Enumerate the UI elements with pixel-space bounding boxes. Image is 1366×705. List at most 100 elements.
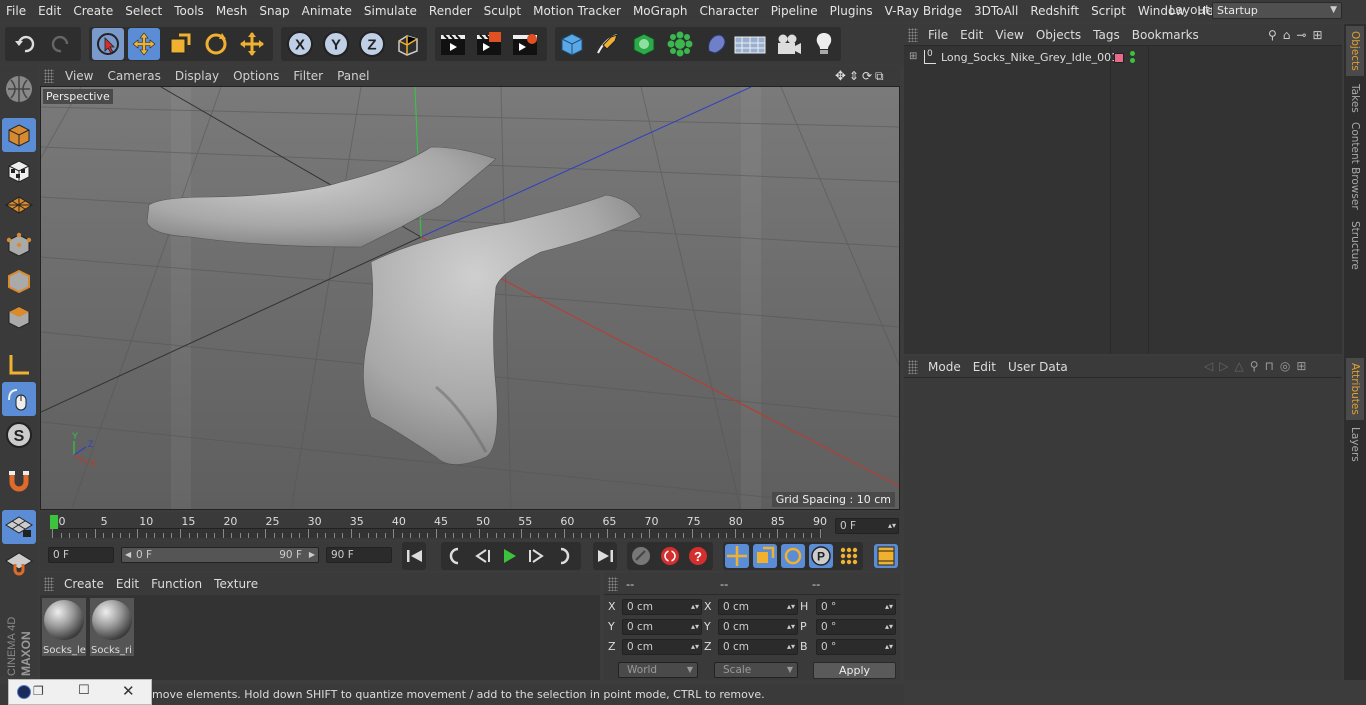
end-frame-field[interactable]: 90 F — [326, 547, 392, 563]
render-visibility-dot[interactable] — [1130, 58, 1135, 63]
forward-arrow-icon[interactable]: ▷ — [1219, 359, 1228, 373]
floor-environment-icon[interactable] — [734, 28, 766, 60]
menu-file[interactable]: File — [0, 0, 32, 22]
render-settings-icon[interactable] — [509, 28, 541, 60]
transform-tool-icon[interactable] — [236, 28, 268, 60]
pan-view-icon[interactable]: ✥ — [835, 69, 846, 84]
panel-grip-icon[interactable] — [44, 69, 54, 83]
viewport-menu-panel[interactable]: Panel — [330, 69, 376, 83]
object-menu-file[interactable]: File — [922, 28, 954, 42]
restore-icon[interactable]: ❐ — [33, 684, 44, 698]
maximize-icon[interactable]: ☐ — [78, 683, 90, 698]
tab-structure[interactable]: Structure — [1346, 216, 1364, 274]
enable-axis-icon[interactable] — [2, 348, 36, 382]
scale-tool-icon[interactable] — [164, 28, 196, 60]
undo-icon[interactable] — [9, 28, 41, 60]
search-icon[interactable]: ⚲ — [1250, 359, 1259, 373]
coordinate-scale-dropdown[interactable]: Scale ▼ — [714, 662, 798, 678]
next-keyframe-icon[interactable] — [554, 545, 576, 567]
tab-layers[interactable]: Layers — [1346, 424, 1364, 464]
frame-range-slider[interactable]: ◀ 0 F 90 F ▶ — [121, 547, 319, 563]
layout-dropdown[interactable]: Startup ▼ — [1212, 2, 1342, 19]
next-frame-icon[interactable] — [526, 545, 548, 567]
coord-input-field[interactable]: 0 cm ▴▾ — [718, 619, 798, 635]
workplane-snap-icon[interactable] — [2, 546, 36, 580]
menu-v-ray-bridge[interactable]: V-Ray Bridge — [879, 0, 968, 22]
record-keyframe-icon[interactable] — [659, 545, 681, 567]
z-axis-lock-icon[interactable]: Z — [356, 28, 388, 60]
timeline-ruler[interactable]: 0 F ▴▾ 0 5 10 15 20 25 30 35 40 45 50 55 60 65 70 75 80 85… — [40, 512, 900, 540]
object-row[interactable]: ⊞ 0 Long_Socks_Nike_Grey_Idle_001 — [904, 49, 1342, 68]
render-view-icon[interactable] — [437, 28, 469, 60]
back-arrow-icon[interactable]: ◁ — [1204, 359, 1213, 373]
menu-plugins[interactable]: Plugins — [824, 0, 879, 22]
start-frame-field[interactable]: 0 F — [48, 547, 114, 563]
object-menu-bookmarks[interactable]: Bookmarks — [1126, 28, 1205, 42]
tab-objects[interactable]: Objects — [1346, 26, 1364, 76]
solo-icon[interactable]: S — [2, 418, 36, 452]
panel-grip-icon[interactable] — [608, 576, 618, 591]
menu-tools[interactable]: Tools — [168, 0, 210, 22]
rotate-tool-icon[interactable] — [200, 28, 232, 60]
coordinate-system-icon[interactable] — [392, 28, 424, 60]
menu-simulate[interactable]: Simulate — [358, 0, 423, 22]
key-scale-icon[interactable] — [753, 544, 777, 568]
menu-pipeline[interactable]: Pipeline — [765, 0, 824, 22]
menu-3dtoall[interactable]: 3DToAll — [968, 0, 1024, 22]
menu-select[interactable]: Select — [119, 0, 168, 22]
cloner-icon[interactable] — [664, 28, 696, 60]
object-menu-objects[interactable]: Objects — [1030, 28, 1087, 42]
key-position-icon[interactable] — [725, 544, 749, 568]
perspective-viewport[interactable]: Y Z X Perspective Grid Spacing : 10 cm — [40, 86, 900, 510]
menu-motion-tracker[interactable]: Motion Tracker — [527, 0, 627, 22]
tab-takes[interactable]: Takes — [1346, 80, 1364, 116]
timeline-window-icon[interactable] — [874, 544, 898, 568]
menu-mesh[interactable]: Mesh — [210, 0, 254, 22]
tweak-mode-icon[interactable] — [2, 382, 36, 416]
playhead-marker[interactable] — [50, 515, 58, 529]
snap-magnet-icon[interactable] — [2, 464, 36, 498]
viewport-menu-options[interactable]: Options — [226, 69, 286, 83]
model-mode-icon[interactable] — [2, 118, 36, 152]
light-icon[interactable] — [808, 28, 840, 60]
object-name[interactable]: Long_Socks_Nike_Grey_Idle_001 — [941, 51, 1118, 64]
render-to-picture-viewer-icon[interactable] — [473, 28, 505, 60]
menu-sculpt[interactable]: Sculpt — [478, 0, 527, 22]
timeline-track[interactable] — [52, 528, 822, 538]
current-frame-field[interactable]: 0 F ▴▾ — [835, 518, 899, 534]
panel-grip-icon[interactable] — [908, 359, 918, 374]
attributes-menu-mode[interactable]: Mode — [922, 360, 967, 374]
menu-character[interactable]: Character — [693, 0, 764, 22]
previous-frame-icon[interactable] — [471, 545, 493, 567]
key-parameter-icon[interactable]: P — [809, 544, 833, 568]
panel-grip-icon[interactable] — [908, 27, 918, 42]
texture-mode-icon[interactable] — [2, 154, 36, 188]
menu-redshift[interactable]: Redshift — [1024, 0, 1085, 22]
object-menu-edit[interactable]: Edit — [954, 28, 989, 42]
new-window-icon[interactable]: ⊞ — [1296, 359, 1306, 373]
lock-icon[interactable]: ⊓ — [1265, 359, 1274, 373]
menu-mograph[interactable]: MoGraph — [627, 0, 694, 22]
object-menu-tags[interactable]: Tags — [1087, 28, 1126, 42]
key-point-level-icon[interactable] — [837, 544, 861, 568]
coord-input-field[interactable]: 0 cm ▴▾ — [718, 639, 798, 655]
apply-button[interactable]: Apply — [813, 662, 896, 679]
menu-create[interactable]: Create — [67, 0, 119, 22]
selection-tool-icon[interactable] — [92, 28, 124, 60]
previous-keyframe-icon[interactable] — [443, 545, 465, 567]
play-icon[interactable] — [498, 545, 520, 567]
menu-edit[interactable]: Edit — [32, 0, 67, 22]
new-window-icon[interactable]: ⊞ — [1312, 28, 1322, 42]
deformer-icon[interactable] — [700, 28, 732, 60]
material-menu-function[interactable]: Function — [145, 577, 208, 591]
coord-input-field[interactable]: 0 ° ▴▾ — [816, 619, 896, 635]
close-icon[interactable]: ✕ — [122, 682, 135, 700]
menu-script[interactable]: Script — [1085, 0, 1132, 22]
material-menu-edit[interactable]: Edit — [110, 577, 145, 591]
attributes-menu-user-data[interactable]: User Data — [1002, 360, 1074, 374]
tab-content-browser[interactable]: Content Browser — [1346, 120, 1364, 212]
cube-object-icon[interactable] — [556, 28, 588, 60]
points-mode-icon[interactable] — [2, 228, 36, 262]
coord-input-field[interactable]: 0 cm ▴▾ — [718, 599, 798, 615]
viewport-menu-view[interactable]: View — [58, 69, 100, 83]
